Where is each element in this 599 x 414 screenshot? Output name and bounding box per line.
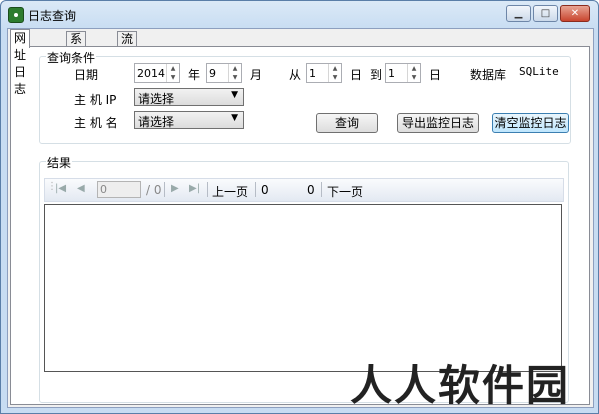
clear-log-button[interactable]: 清空监控日志 [492,113,569,133]
chevron-down-icon: ▼ [231,90,238,100]
export-log-button[interactable]: 导出监控日志 [397,113,479,133]
query-button[interactable]: 查询 [316,113,378,133]
watermark-logo: 人人软件园 [350,361,571,410]
tab-system-log[interactable]: 系统日志 [66,31,87,91]
results-label: 结果 [46,154,73,171]
day-to-spinner[interactable]: 1 ▲ ▼ [385,63,421,83]
app-icon [8,7,24,23]
next-page-icon[interactable]: ▶ [171,183,179,194]
tab-url-log[interactable]: 网址日志 [10,29,31,96]
results-grid[interactable] [44,204,562,372]
database-field[interactable]: SQLite [519,65,569,85]
month-spinner-arrows[interactable]: ▲ ▼ [228,64,241,82]
date-label: 日期 [74,68,99,82]
day-from-spinner-arrows[interactable]: ▲ ▼ [328,64,341,82]
toolbar-separator [164,182,165,197]
pager-toolbar: ⋮ |◀ ◀ 0 / 0 ▶ ▶| 上一页 0 0 下一页 [44,178,564,202]
database-label: 数据库 [470,68,507,82]
toolbar-separator [255,182,256,197]
host-name-label: 主 机 名 [74,116,118,130]
first-page-icon[interactable]: |◀ [55,183,66,194]
maximize-icon[interactable]: □ [533,5,558,22]
page-number-input[interactable]: 0 [97,181,141,198]
toolbar-separator [207,182,208,197]
page-total: / 0 [146,183,162,197]
month-spinner[interactable]: 9 ▲ ▼ [206,63,242,83]
count-value: 0 [307,183,315,197]
query-conditions-group: 查询条件 日期 2014 ▲ ▼ 年 9 ▲ ▼ 月 从 1 ▲ ▼ 日 到 1… [39,49,571,144]
day-unit-from: 日 [350,68,363,82]
day-to-spinner-arrows[interactable]: ▲ ▼ [407,64,420,82]
year-spinner-arrows[interactable]: ▲ ▼ [166,64,179,82]
client-area: 网址日志 系统日志 流量日志 查询条件 日期 2014 ▲▼ 年 9 ▲▼ 月 … [7,28,594,408]
prev-page-icon[interactable]: ◀ [77,183,85,194]
toolbar-separator [321,182,322,197]
window-title: 日志查询 [28,9,77,23]
last-page-icon[interactable]: ▶| [189,183,200,194]
host-ip-select[interactable]: 请选择 ▼ [134,88,244,106]
day-unit-to: 日 [429,68,442,82]
day-from-spinner[interactable]: 1 ▲ ▼ [306,63,342,83]
month-unit: 月 [250,68,263,82]
to-label: 到 [370,68,383,82]
minimize-icon[interactable]: ▁ [506,5,531,22]
host-name-select[interactable]: 请选择 ▼ [134,111,244,129]
close-icon[interactable]: ✕ [560,5,590,22]
next-page-button[interactable]: 下一页 [327,183,363,200]
chevron-down-icon: ▼ [231,113,238,123]
host-ip-label: 主 机 IP [74,93,117,107]
year-spinner[interactable]: 2014 ▲ ▼ [134,63,180,83]
year-unit: 年 [188,68,201,82]
from-label: 从 [289,68,302,82]
title-bar[interactable]: 日志查询 ▁ □ ✕ [1,1,598,27]
query-conditions-label: 查询条件 [46,49,97,66]
tab-traffic-log[interactable]: 流量日志 [117,31,138,91]
prev-page-button[interactable]: 上一页 [212,183,248,200]
current-value: 0 [261,183,269,197]
